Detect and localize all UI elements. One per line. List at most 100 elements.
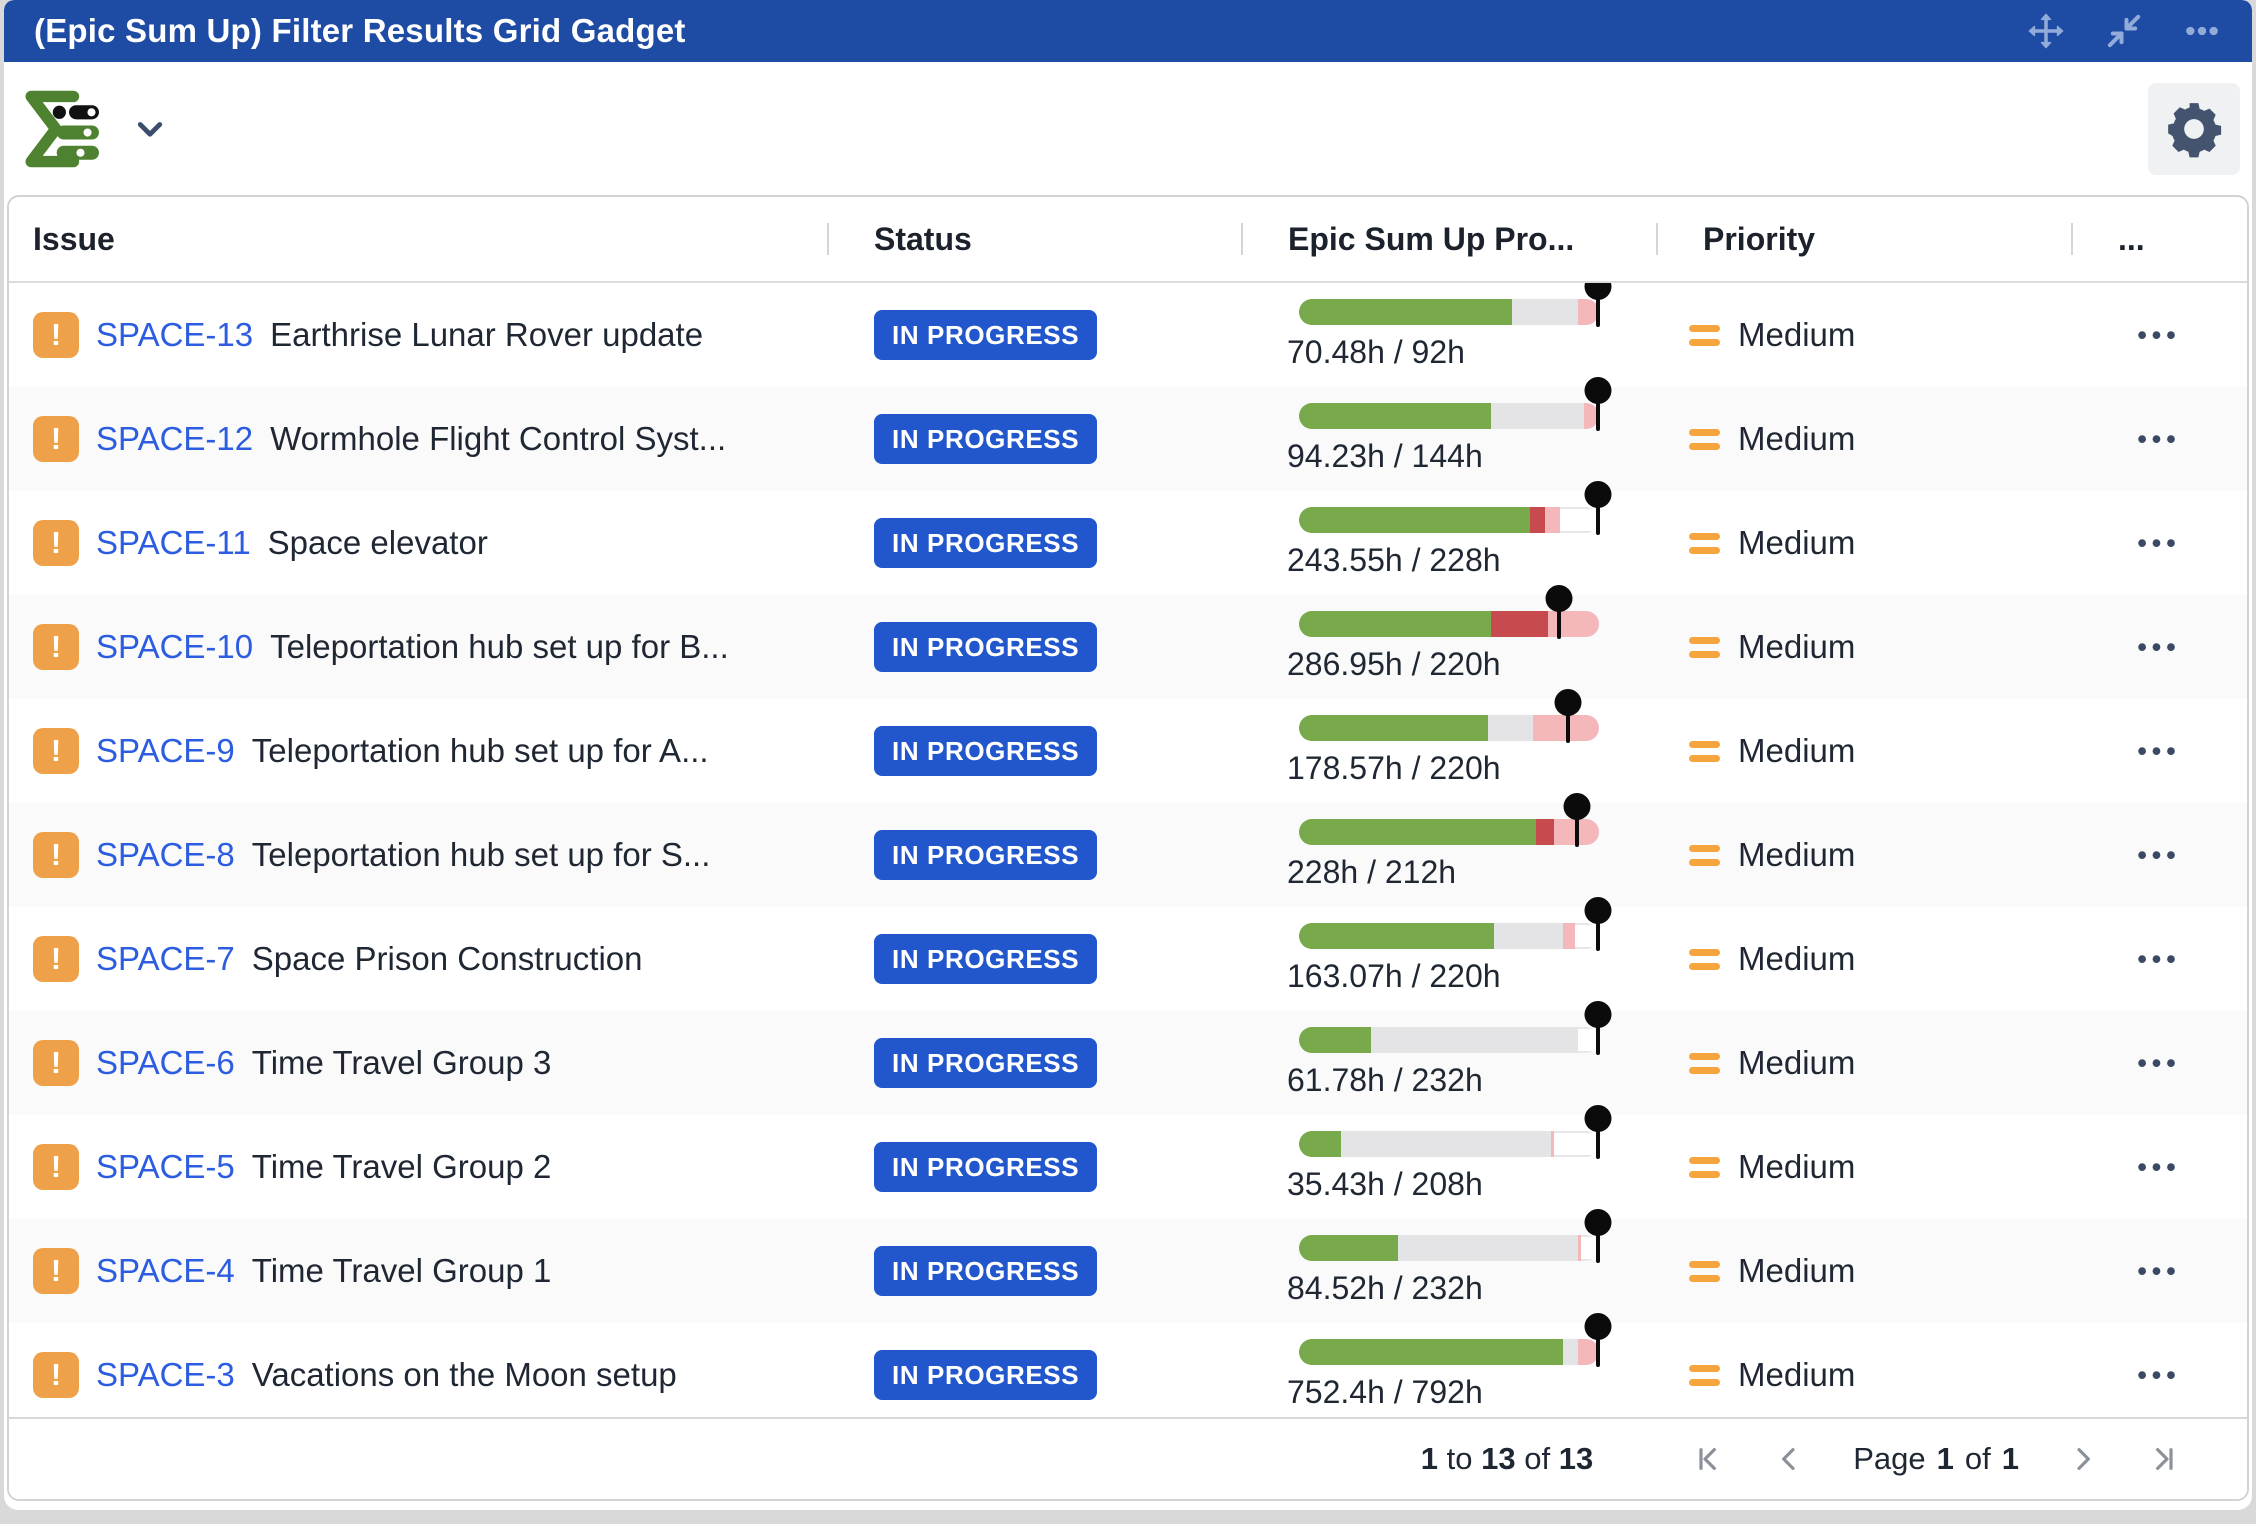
issue-summary: Space elevator <box>268 524 488 562</box>
priority-medium-icon <box>1689 845 1720 866</box>
progress-bar-track <box>1299 923 1599 949</box>
table-row: ! SPACE-13 Earthrise Lunar Rover update … <box>9 283 2247 387</box>
estimate-pin-head <box>1585 1105 1612 1132</box>
estimate-pin-head <box>1585 897 1612 924</box>
priority-cell: Medium <box>1656 1252 2071 1290</box>
range-to: 13 <box>1481 1441 1515 1476</box>
epic-sum-up-progress-cell: 163.07h / 220h <box>1241 923 1656 995</box>
row-actions-button[interactable]: ••• <box>2137 1360 2180 1391</box>
issue-type-icon: ! <box>33 312 79 358</box>
issue-key-link[interactable]: SPACE-5 <box>96 1148 235 1186</box>
epic-sum-up-progress-cell: 178.57h / 220h <box>1241 715 1656 787</box>
row-actions-button[interactable]: ••• <box>2137 944 2180 975</box>
column-header-priority[interactable]: Priority <box>1656 221 2071 258</box>
page-total: 1 <box>2002 1441 2019 1477</box>
priority-medium-icon <box>1689 1365 1720 1386</box>
row-actions-button[interactable]: ••• <box>2137 736 2180 767</box>
row-actions-button[interactable]: ••• <box>2137 528 2180 559</box>
issue-key-link[interactable]: SPACE-11 <box>96 524 251 562</box>
issue-cell: ! SPACE-10 Teleportation hub set up for … <box>9 624 827 670</box>
previous-page-button[interactable] <box>1771 1441 1807 1477</box>
epic-sum-up-progress-cell: 94.23h / 144h <box>1241 403 1656 475</box>
row-actions-button[interactable]: ••• <box>2137 840 2180 871</box>
priority-cell: Medium <box>1656 1356 2071 1394</box>
priority-medium-icon <box>1689 741 1720 762</box>
row-actions-button[interactable]: ••• <box>2137 320 2180 351</box>
epic-sum-up-progress-cell: 84.52h / 232h <box>1241 1235 1656 1307</box>
priority-label: Medium <box>1738 836 1855 874</box>
issue-key-link[interactable]: SPACE-4 <box>96 1252 235 1290</box>
progress-label: 84.52h / 232h <box>1287 1270 1656 1307</box>
gadget-toolbar <box>4 62 2252 195</box>
move-icon[interactable] <box>2024 9 2068 53</box>
priority-label: Medium <box>1738 1044 1855 1082</box>
issue-type-icon: ! <box>33 520 79 566</box>
estimate-pin-head <box>1564 793 1591 820</box>
estimate-pin <box>1596 1213 1600 1263</box>
progress-bar-track <box>1299 299 1599 325</box>
issue-cell: ! SPACE-8 Teleportation hub set up for S… <box>9 832 827 878</box>
priority-cell: Medium <box>1656 628 2071 666</box>
row-actions-button[interactable]: ••• <box>2137 1256 2180 1287</box>
issue-key-link[interactable]: SPACE-6 <box>96 1044 235 1082</box>
column-header-epic-sum-up-progress[interactable]: Epic Sum Up Pro... <box>1241 221 1656 258</box>
issue-key-link[interactable]: SPACE-12 <box>96 420 253 458</box>
issue-cell: ! SPACE-5 Time Travel Group 2 <box>9 1144 827 1190</box>
progress-label: 70.48h / 92h <box>1287 334 1656 371</box>
priority-cell: Medium <box>1656 732 2071 770</box>
gadget-titlebar: (Epic Sum Up) Filter Results Grid Gadget <box>4 0 2252 62</box>
estimate-pin-head <box>1546 585 1573 612</box>
progress-bar <box>1299 1235 1599 1261</box>
priority-label: Medium <box>1738 940 1855 978</box>
column-header-status[interactable]: Status <box>827 221 1241 258</box>
last-page-button[interactable] <box>2147 1441 2183 1477</box>
row-actions-button[interactable]: ••• <box>2137 424 2180 455</box>
issue-key-link[interactable]: SPACE-9 <box>96 732 235 770</box>
row-actions-cell: ••• <box>2071 320 2247 351</box>
progress-bar <box>1299 819 1599 845</box>
row-actions-button[interactable]: ••• <box>2137 632 2180 663</box>
range-from: 1 <box>1421 1441 1438 1476</box>
progress-label: 286.95h / 220h <box>1287 646 1656 683</box>
progress-label: 243.55h / 228h <box>1287 542 1656 579</box>
progress-bar-track <box>1299 715 1599 741</box>
issue-key-link[interactable]: SPACE-3 <box>96 1356 235 1394</box>
status-badge: IN PROGRESS <box>874 1246 1097 1296</box>
issue-type-icon: ! <box>33 832 79 878</box>
row-actions-button[interactable]: ••• <box>2137 1048 2180 1079</box>
column-header-issue[interactable]: Issue <box>9 221 827 258</box>
row-actions-button[interactable]: ••• <box>2137 1152 2180 1183</box>
epic-sum-up-menu[interactable] <box>18 85 168 173</box>
gear-icon <box>2163 98 2225 160</box>
table-row: ! SPACE-10 Teleportation hub set up for … <box>9 595 2247 699</box>
progress-label: 228h / 212h <box>1287 854 1656 891</box>
issue-key-link[interactable]: SPACE-10 <box>96 628 253 666</box>
next-page-button[interactable] <box>2065 1441 2101 1477</box>
progress-bar-track <box>1299 1131 1599 1157</box>
priority-label: Medium <box>1738 732 1855 770</box>
table-row: ! SPACE-6 Time Travel Group 3 IN PROGRES… <box>9 1011 2247 1115</box>
more-icon[interactable] <box>2180 9 2224 53</box>
epic-sum-up-progress-cell: 286.95h / 220h <box>1241 611 1656 683</box>
settings-button[interactable] <box>2148 83 2240 175</box>
estimate-pin-head <box>1585 283 1612 300</box>
status-badge: IN PROGRESS <box>874 1038 1097 1088</box>
page-number: 1 <box>1937 1441 1954 1477</box>
priority-cell: Medium <box>1656 836 2071 874</box>
issue-type-icon: ! <box>33 1352 79 1398</box>
first-page-icon <box>1691 1443 1723 1475</box>
progress-label: 35.43h / 208h <box>1287 1166 1656 1203</box>
estimate-pin <box>1596 485 1600 535</box>
status-cell: IN PROGRESS <box>827 1038 1241 1088</box>
priority-medium-icon <box>1689 1053 1720 1074</box>
issue-key-link[interactable]: SPACE-8 <box>96 836 235 874</box>
column-header-more[interactable]: ... <box>2071 221 2247 258</box>
issue-key-link[interactable]: SPACE-13 <box>96 316 253 354</box>
epic-sum-up-progress-cell: 243.55h / 228h <box>1241 507 1656 579</box>
progress-label: 752.4h / 792h <box>1287 1374 1656 1411</box>
collapse-icon[interactable] <box>2102 9 2146 53</box>
issue-key-link[interactable]: SPACE-7 <box>96 940 235 978</box>
first-page-button[interactable] <box>1689 1441 1725 1477</box>
progress-bar <box>1299 507 1599 533</box>
status-badge: IN PROGRESS <box>874 1350 1097 1400</box>
